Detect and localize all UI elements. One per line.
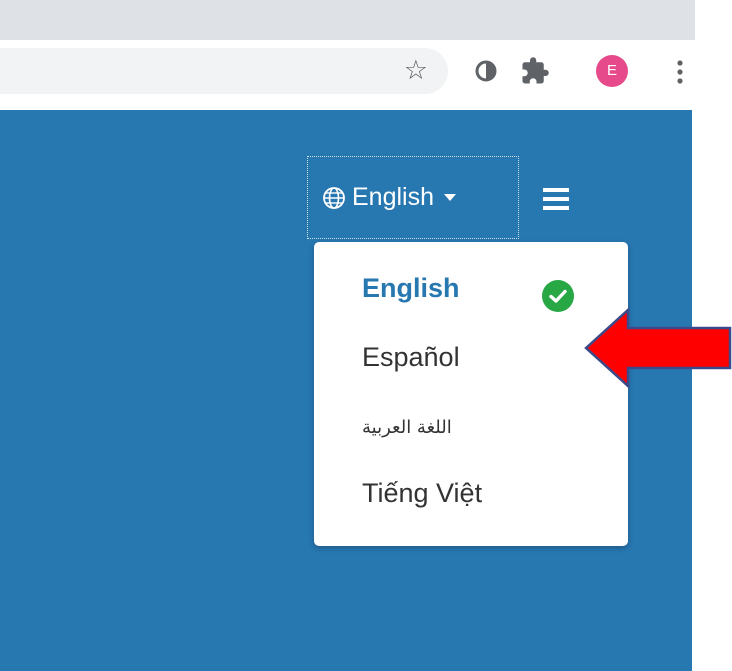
language-option-label: English xyxy=(362,273,460,303)
language-dropdown-menu: English Español اللغة العربية Tiếng Việt xyxy=(314,242,628,546)
check-circle-icon xyxy=(542,280,574,312)
browser-tab-strip xyxy=(0,0,695,40)
caret-down-icon xyxy=(444,193,456,201)
puzzle-icon[interactable] xyxy=(520,56,550,86)
globe-icon xyxy=(323,186,345,209)
kebab-menu-icon[interactable] xyxy=(675,58,685,86)
site-header: English English Español اللغة العربية Ti… xyxy=(0,110,692,671)
bookmark-star-icon[interactable]: ☆ xyxy=(404,55,428,87)
profile-initial: E xyxy=(606,62,617,79)
profile-avatar[interactable]: E xyxy=(596,55,628,87)
language-toggle-label: English xyxy=(352,183,434,211)
language-option-label: Español xyxy=(362,342,460,372)
language-option-arabic[interactable]: اللغة العربية xyxy=(362,417,452,438)
circle-extension-icon[interactable] xyxy=(475,60,497,82)
language-option-espanol[interactable]: Español xyxy=(362,342,460,373)
address-bar[interactable]: ☆ xyxy=(0,48,448,94)
language-option-english[interactable]: English xyxy=(362,273,460,304)
language-option-label: Tiếng Việt xyxy=(362,478,483,508)
language-option-vietnamese[interactable]: Tiếng Việt xyxy=(362,478,482,509)
language-option-label: اللغة العربية xyxy=(362,417,452,438)
language-toggle-button[interactable]: English xyxy=(307,156,519,239)
browser-toolbar: ☆ E xyxy=(0,40,695,104)
hamburger-icon[interactable] xyxy=(543,188,569,210)
red-arrow-annotation xyxy=(584,307,732,389)
